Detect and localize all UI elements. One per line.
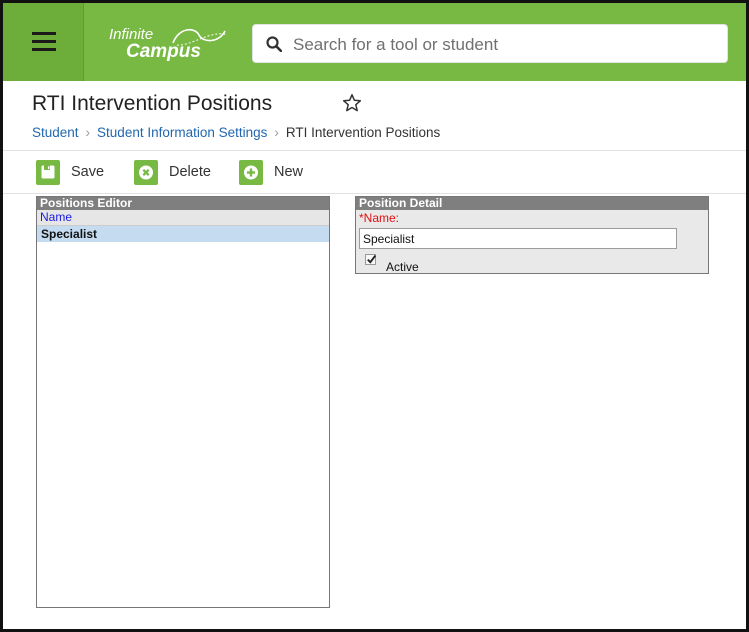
infinite-campus-logo[interactable]: Infinite Campus [109,25,239,65]
positions-editor-panel: Positions Editor Name Specialist [36,196,330,608]
save-button[interactable]: Save [36,160,112,186]
divider [3,193,746,194]
positions-editor-title: Positions Editor [37,197,329,210]
star-outline-icon[interactable] [342,93,362,113]
logo-line2: Campus [126,41,201,62]
x-circle-icon-wrap [134,160,158,185]
chevron-right-icon: › [85,125,91,140]
active-checkbox[interactable] [365,254,377,265]
hamburger-icon-bar [32,40,56,43]
active-label: Active [386,260,419,274]
floppy-disk-icon-wrap [36,160,60,185]
breadcrumb-student[interactable]: Student [32,125,79,140]
save-label: Save [71,164,105,180]
breadcrumb-student-information-settings[interactable]: Student Information Settings [97,125,267,140]
breadcrumb: Student › Student Information Settings › RTI… [32,125,440,140]
position-detail-panel: Position Detail *Name: Active [355,196,709,274]
plus-circle-icon [244,165,258,180]
hamburger-icon [32,32,56,35]
name-field-label: *Name: [359,211,400,225]
breadcrumb-current: RTI Intervention Positions [285,125,441,140]
list-item[interactable]: Specialist [37,226,329,242]
x-circle-icon [139,165,153,180]
delete-label: Delete [169,164,211,180]
name-column-header[interactable]: Name [37,210,329,226]
menu-button[interactable] [3,3,84,81]
chevron-right-icon: › [274,125,279,140]
name-field[interactable] [359,228,677,249]
page-title: RTI Intervention Positions [32,92,273,115]
checkmark-icon [367,255,377,264]
delete-button[interactable]: Delete [134,160,218,186]
floppy-disk-icon [41,165,55,179]
hamburger-icon-bar [32,48,56,51]
new-button[interactable]: New [239,160,313,186]
app-header: Infinite Campus [3,3,746,81]
new-label: New [274,164,304,180]
search-input[interactable] [291,31,715,59]
search-box[interactable] [252,24,728,63]
search-icon [266,36,282,52]
position-detail-title: Position Detail [356,197,708,210]
divider [3,150,746,151]
plus-circle-icon-wrap [239,160,263,185]
